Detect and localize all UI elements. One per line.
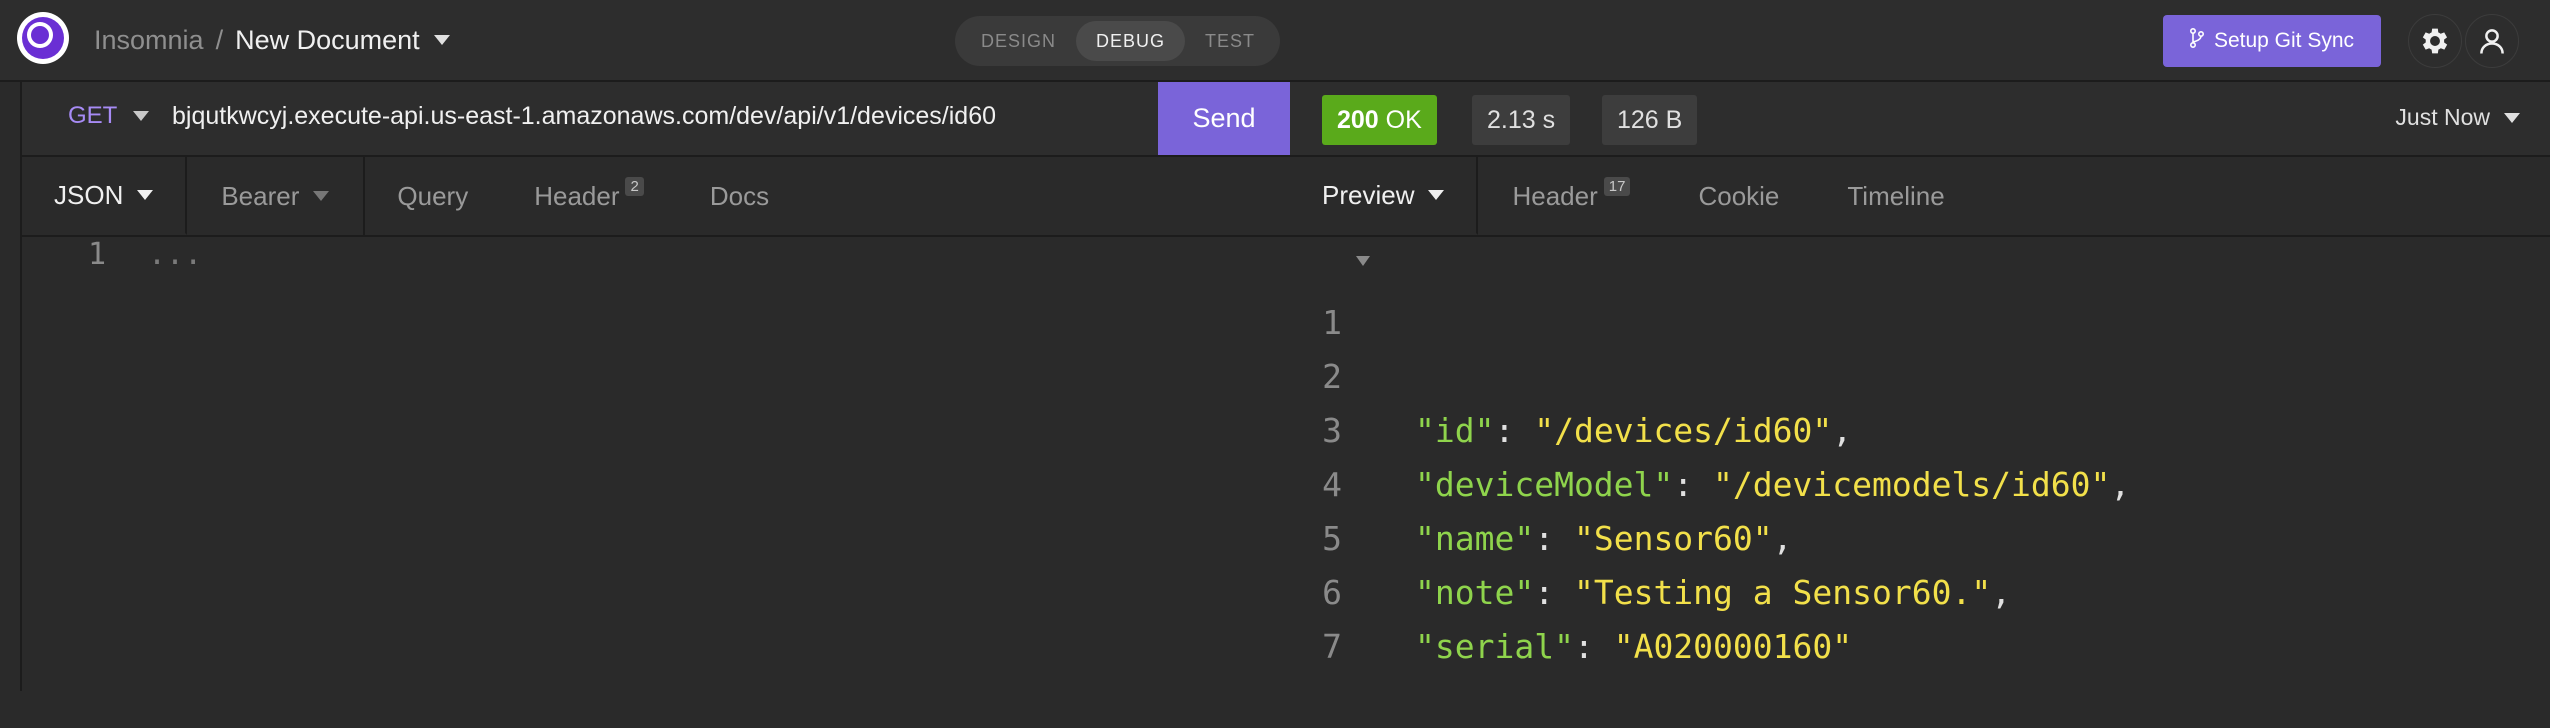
line-number: 1	[88, 237, 107, 272]
breadcrumb-separator: /	[215, 25, 224, 55]
code-line: 6 "serial": "A020000160"	[1290, 512, 2550, 666]
mode-switch: DESIGN DEBUG TEST	[955, 16, 1280, 66]
url-input[interactable]: bjqutkwcyj.execute-api.us-east-1.amazona…	[172, 102, 996, 131]
insomnia-logo-icon[interactable]	[17, 12, 69, 64]
tab-response-header-label: Header	[1512, 180, 1598, 211]
code-line: 1	[1290, 242, 2550, 342]
tab-body-json[interactable]: JSON	[22, 157, 188, 235]
auth-chevron-down-icon	[313, 191, 330, 201]
settings-gear-icon[interactable]	[2408, 14, 2462, 68]
response-history-dropdown[interactable]: Just Now	[2395, 104, 2520, 131]
response-pane: 200 OK 2.13 s 126 B Just Now Preview Hea…	[1290, 82, 2550, 691]
history-chevron-down-icon	[2504, 112, 2520, 123]
json-key: "serial"	[1415, 627, 1574, 666]
method-select[interactable]: GET	[68, 102, 150, 130]
tab-header-label: Header	[534, 180, 620, 211]
tab-timeline[interactable]: Timeline	[1813, 157, 1978, 235]
code-line: 7	[1290, 566, 2550, 666]
tab-query[interactable]: Query	[365, 157, 500, 235]
document-name[interactable]: New Document	[235, 22, 420, 58]
tab-auth-label: Bearer	[221, 180, 300, 211]
tab-preview[interactable]: Preview	[1290, 157, 1479, 235]
git-branch-icon	[2189, 27, 2204, 54]
tab-docs-label: Docs	[709, 180, 770, 211]
tab-response-header[interactable]: Header 17	[1478, 157, 1664, 235]
mode-debug-tab[interactable]: DEBUG	[1076, 21, 1186, 61]
response-history-label: Just Now	[2395, 104, 2490, 130]
tab-preview-label: Preview	[1322, 179, 1415, 210]
url-bar: GET bjqutkwcyj.execute-api.us-east-1.ama…	[22, 82, 1290, 157]
setup-git-sync-label: Setup Git Sync	[2213, 29, 2355, 52]
account-user-icon[interactable]	[2465, 14, 2519, 68]
body-chevron-down-icon	[137, 190, 154, 200]
response-tabs: Preview Header 17 Cookie Timeline	[1290, 157, 2550, 237]
code-line: 5 "note": "Testing a Sensor60.",	[1290, 458, 2550, 612]
preview-chevron-down-icon	[1428, 190, 1445, 200]
response-meta-bar: 200 OK 2.13 s 126 B Just Now	[1290, 82, 2550, 157]
mode-design-tab[interactable]: DESIGN	[961, 21, 1076, 61]
status-badge: 200 OK	[1322, 95, 1437, 145]
response-header-count-badge: 17	[1603, 176, 1631, 196]
breadcrumb-app[interactable]: Insomnia	[94, 22, 204, 58]
method-label: GET	[68, 102, 118, 129]
tab-query-label: Query	[397, 180, 469, 211]
json-value: "A020000160"	[1613, 627, 1853, 666]
header-count-badge: 2	[625, 176, 644, 196]
status-code: 200	[1337, 106, 1379, 134]
mode-test-tab[interactable]: TEST	[1185, 21, 1275, 61]
response-preview: 1 2 "id": "/devices/id60", 3 "deviceMode…	[1290, 242, 2550, 666]
method-chevron-down-icon	[133, 111, 150, 121]
tab-auth-bearer[interactable]: Bearer	[187, 157, 366, 235]
code-line: 3 "deviceModel": "/devicemodels/id60",	[1290, 350, 2550, 504]
response-size-badge: 126 B	[1602, 95, 1698, 145]
setup-git-sync-button[interactable]: Setup Git Sync	[2163, 15, 2381, 67]
response-time-badge: 2.13 s	[1472, 95, 1571, 145]
request-tabs: JSON Bearer Query Header 2 Docs	[22, 157, 1290, 237]
editor-placeholder: ...	[148, 237, 203, 272]
top-bar: Insomnia / New Document DESIGN DEBUG TES…	[0, 0, 2550, 82]
send-button[interactable]: Send	[1158, 82, 1290, 155]
tab-cookie-label: Cookie	[1698, 180, 1780, 211]
tab-body-label: JSON	[54, 179, 124, 210]
tab-cookie[interactable]: Cookie	[1664, 157, 1813, 235]
status-text: OK	[1385, 106, 1422, 134]
code-line: 2 "id": "/devices/id60",	[1290, 296, 2550, 450]
request-pane: GET bjqutkwcyj.execute-api.us-east-1.ama…	[20, 82, 1292, 691]
breadcrumb: Insomnia / New Document	[94, 22, 450, 58]
tab-timeline-label: Timeline	[1847, 180, 1945, 211]
document-chevron-down-icon[interactable]	[433, 35, 450, 45]
code-line: 4 "name": "Sensor60",	[1290, 404, 2550, 558]
tab-docs[interactable]: Docs	[678, 157, 801, 235]
line-number: 7	[1322, 627, 1342, 666]
tab-header[interactable]: Header 2	[500, 157, 678, 235]
fold-toggle-icon[interactable]	[1356, 256, 1370, 266]
